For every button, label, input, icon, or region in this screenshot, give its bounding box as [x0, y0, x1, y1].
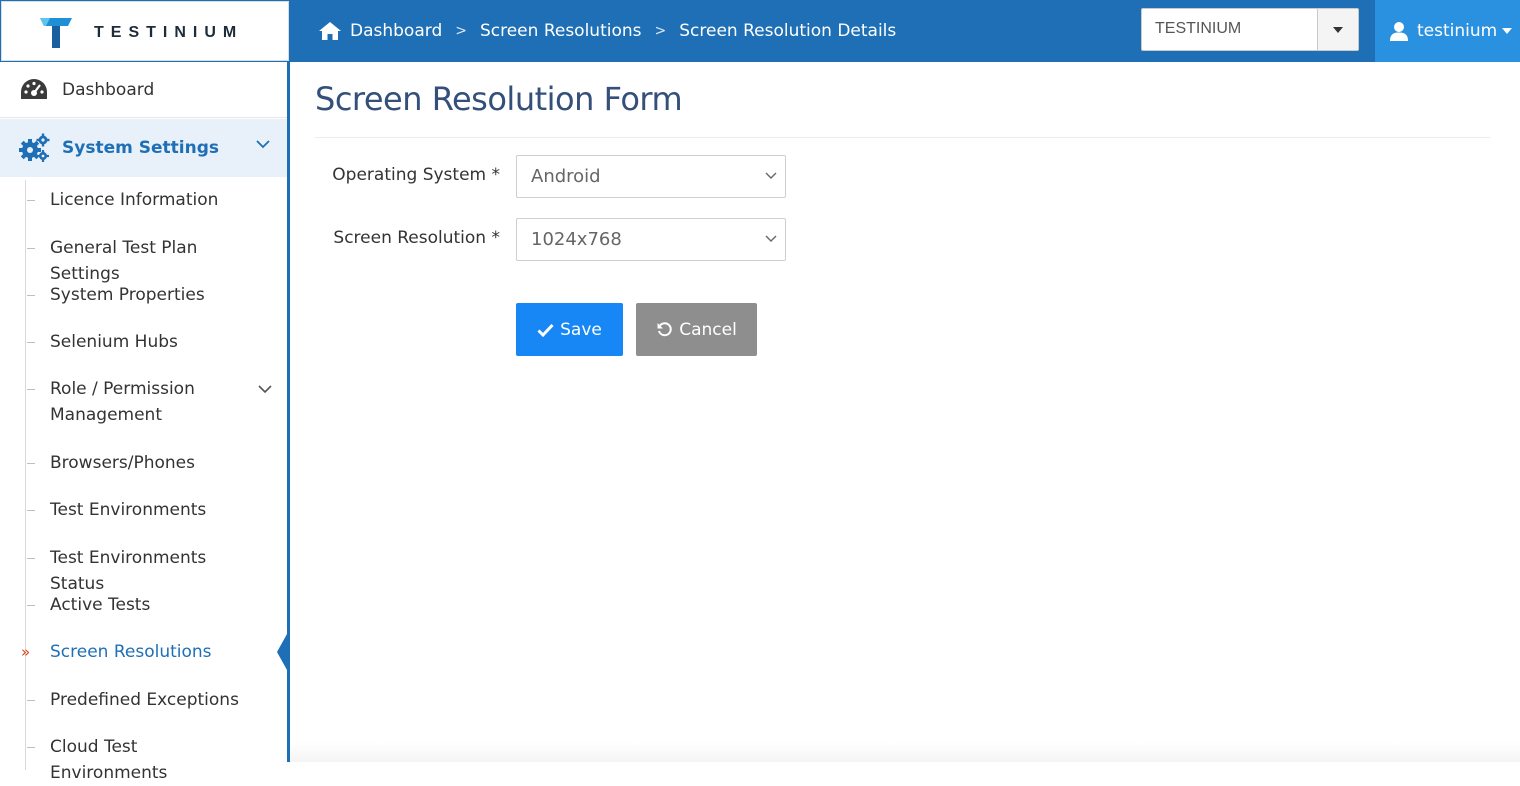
cancel-button[interactable]: Cancel — [636, 303, 757, 356]
tree-dash — [27, 248, 35, 249]
sidebar-item-label: Browsers/Phones — [50, 453, 195, 473]
footer-shadow — [290, 742, 1520, 762]
sidebar-item-label: Selenium Hubs — [50, 332, 178, 352]
sidebar-item-label: General Test Plan Settings — [50, 238, 198, 284]
tree-dash — [27, 295, 35, 296]
user-name: testinium — [1417, 21, 1498, 41]
sidebar-item-label: Role / Permission Management — [50, 376, 255, 428]
sidebar-item-label: System Properties — [50, 285, 205, 305]
sidebar-item-dashboard[interactable]: Dashboard — [0, 62, 287, 118]
project-select[interactable]: TESTINIUM — [1141, 8, 1359, 51]
breadcrumb-separator-icon: > — [455, 23, 467, 39]
title-divider — [315, 137, 1490, 138]
active-item-indicator — [277, 634, 287, 670]
brand-logo-area[interactable]: TESTINIUM — [1, 1, 289, 61]
gears-icon — [18, 133, 50, 163]
caret-down-icon — [1502, 28, 1513, 34]
sidebar-item-label: Dashboard — [62, 79, 155, 100]
sidebar-item-label: Active Tests — [50, 595, 151, 615]
double-chevron-right-icon: » — [21, 643, 31, 661]
check-icon — [537, 323, 554, 337]
sidebar-item-label-line: Management — [50, 405, 162, 425]
screen-resolution-label: Screen Resolution * — [333, 228, 500, 248]
os-label: Operating System * — [332, 165, 500, 185]
tree-dash — [27, 389, 35, 390]
top-navbar: TESTINIUM Dashboard > Screen Resolutions… — [0, 0, 1520, 62]
tree-dash — [27, 342, 35, 343]
tree-dash — [27, 200, 35, 201]
sidebar-item-label: Licence Information — [50, 190, 219, 210]
sidebar-item-label: Test Environments — [50, 500, 207, 520]
sidebar-item-label: System Settings — [62, 138, 219, 158]
screen-resolution-select-value: 1024x768 — [531, 229, 622, 250]
sidebar-item-label: Cloud Test Environments — [50, 737, 168, 783]
dashboard-gauge-icon — [19, 77, 49, 103]
breadcrumb-screen-resolutions[interactable]: Screen Resolutions — [480, 21, 642, 41]
sidebar-item-label: Test Environments Status — [50, 548, 207, 594]
chevron-down-icon — [258, 385, 272, 394]
project-select-value: TESTINIUM — [1155, 20, 1242, 37]
tree-guide-line — [25, 180, 26, 770]
user-menu[interactable]: testinium — [1375, 0, 1520, 62]
save-button-label: Save — [560, 319, 602, 340]
sidebar: Dashboard System Settings Licence Inform… — [0, 62, 290, 783]
home-icon[interactable] — [318, 21, 342, 41]
os-select-value: Android — [531, 166, 601, 187]
caret-down-icon — [1333, 26, 1343, 33]
sidebar-item-role-permission-management[interactable]: Role / Permission Management — [27, 376, 285, 430]
page-title: Screen Resolution Form — [315, 80, 683, 118]
sidebar-item-label: Screen Resolutions — [50, 642, 212, 662]
tree-dash — [27, 605, 35, 606]
undo-icon — [656, 321, 673, 338]
sidebar-item-label: Predefined Exceptions — [50, 690, 239, 710]
chevron-down-icon — [765, 172, 777, 179]
sidebar-item-system-settings[interactable]: System Settings — [0, 119, 287, 177]
screen-resolution-select[interactable]: 1024x768 — [516, 218, 786, 261]
breadcrumb-separator-icon: > — [654, 23, 667, 39]
os-select[interactable]: Android — [516, 155, 786, 198]
breadcrumb-dashboard[interactable]: Dashboard — [350, 21, 442, 41]
breadcrumb: Dashboard > Screen Resolutions > Screen … — [318, 0, 896, 62]
project-select-toggle[interactable] — [1317, 9, 1358, 50]
tree-dash — [27, 463, 35, 464]
chevron-down-icon — [256, 140, 270, 149]
breadcrumb-screen-resolution-details: Screen Resolution Details — [679, 21, 897, 41]
sidebar-item-label-line: Role / Permission — [50, 379, 195, 399]
tree-dash — [27, 558, 35, 559]
brand-name: TESTINIUM — [94, 24, 244, 41]
testinium-logo-icon — [40, 18, 72, 48]
save-button[interactable]: Save — [516, 303, 623, 356]
tree-dash — [27, 747, 35, 748]
chevron-down-icon — [765, 235, 777, 242]
tree-dash — [27, 510, 35, 511]
cancel-button-label: Cancel — [679, 319, 737, 340]
tree-dash — [27, 700, 35, 701]
user-icon — [1389, 21, 1409, 41]
